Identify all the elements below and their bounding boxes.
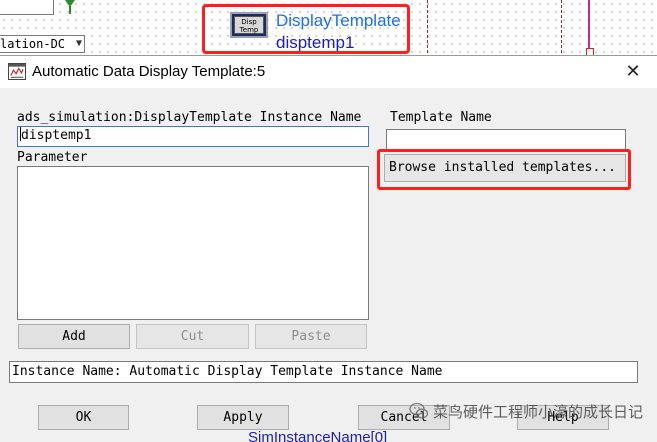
chevron-down-icon: ▼ [75, 38, 82, 49]
dialog-titlebar[interactable]: Automatic Data Display Template:5 ✕ [0, 56, 657, 88]
instance-name-value: disptemp1 [21, 128, 92, 143]
wire-divider [561, 0, 562, 58]
template-name-label: Template Name [390, 110, 492, 125]
chart-icon [8, 63, 26, 80]
status-field: Instance Name: Automatic Display Templat… [9, 361, 638, 383]
wire-divider [427, 0, 428, 58]
close-icon[interactable]: ✕ [621, 60, 645, 84]
simulation-combo[interactable]: lation-DC ▼ [0, 35, 85, 53]
add-button[interactable]: Add [18, 324, 130, 349]
watermark: 菜鸟硬件工程师小濠的成长日记 [409, 401, 643, 422]
watermark-text: 菜鸟硬件工程师小濠的成长日记 [432, 403, 643, 421]
highlight-box [202, 4, 410, 54]
paste-button[interactable]: Paste [255, 324, 367, 349]
instance-name-label: ads_simulation:DisplayTemplate Instance … [17, 110, 362, 125]
dialog-title: Automatic Data Display Template:5 [32, 63, 266, 80]
wechat-icon [409, 402, 429, 419]
template-name-input[interactable] [386, 129, 626, 150]
instance-name-input[interactable]: disptemp1 [17, 126, 369, 147]
parameter-list[interactable] [17, 166, 369, 320]
apply-button[interactable]: Apply [197, 405, 289, 430]
highlight-box [377, 149, 631, 190]
schematic-canvas[interactable]: lation-DC ▼ Disp Temp DisplayTemplate di… [0, 0, 657, 58]
template-dialog: Automatic Data Display Template:5 ✕ ads_… [0, 55, 657, 442]
schematic-top-field[interactable] [0, 0, 54, 15]
parameter-label: Parameter [17, 150, 88, 165]
pin-icon [65, 0, 75, 14]
ok-button[interactable]: OK [38, 405, 129, 430]
partial-schematic-label: SimInstanceName[0] [248, 430, 388, 442]
simulation-combo-value: lation-DC [0, 37, 66, 51]
cut-button[interactable]: Cut [136, 324, 249, 349]
